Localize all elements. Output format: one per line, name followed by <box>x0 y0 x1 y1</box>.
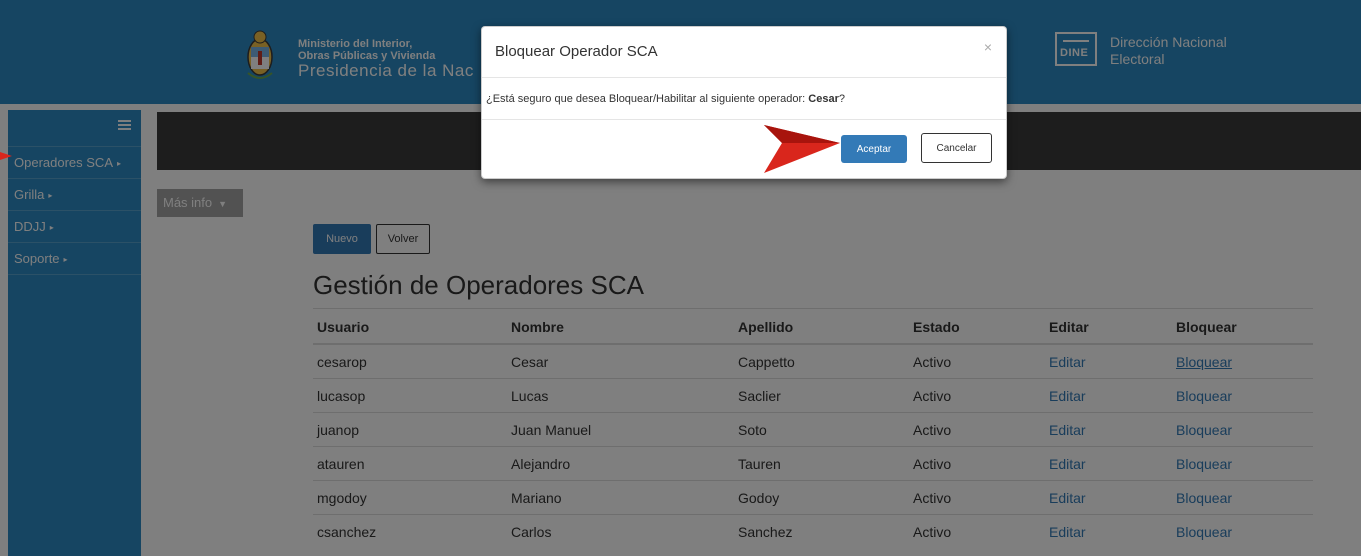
modal-message: ¿Está seguro que desea Bloquear/Habilita… <box>486 93 809 105</box>
cancelar-button[interactable]: Cancelar <box>921 133 992 163</box>
modal-message-end: ? <box>838 93 845 105</box>
modal-body: ¿Está seguro que desea Bloquear/Habilita… <box>486 93 845 105</box>
aceptar-button[interactable]: Aceptar <box>841 135 907 163</box>
close-icon[interactable]: × <box>984 39 992 55</box>
pointer-arrow-icon <box>764 125 840 173</box>
modal-footer: Aceptar Cancelar <box>482 119 1006 179</box>
sidebar-pointer-arrow-icon <box>0 152 12 160</box>
modal-operator-name: Cesar <box>808 93 839 105</box>
modal-header: Bloquear Operador SCA × <box>482 27 1006 78</box>
modal-title: Bloquear Operador SCA <box>495 43 658 60</box>
confirm-modal: Bloquear Operador SCA × ¿Está seguro que… <box>481 26 1007 179</box>
